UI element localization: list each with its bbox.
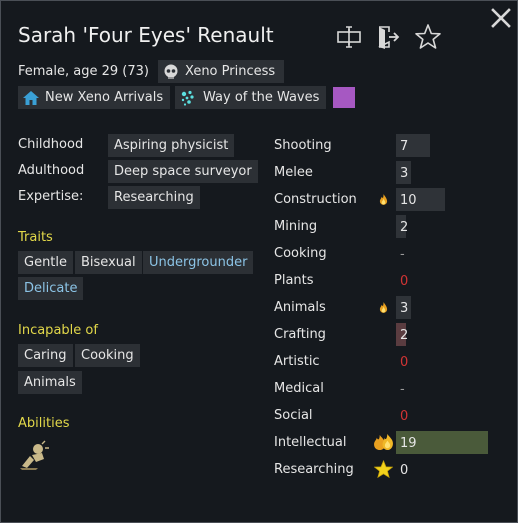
skill-label: Intellectual <box>274 435 347 450</box>
skill-value: 19 <box>400 436 417 451</box>
expertise-value[interactable]: Researching <box>108 186 200 209</box>
trait-tag[interactable]: Bisexual <box>75 251 142 274</box>
skill-label: Cooking <box>274 246 327 261</box>
adulthood-backstory[interactable]: Deep space surveyor <box>108 160 258 183</box>
trait-tag[interactable]: Delicate <box>18 277 84 300</box>
ideoligion-label: Way of the Waves <box>203 90 320 105</box>
flame-icon <box>379 194 388 209</box>
flame-icon <box>379 302 388 317</box>
skill-value: 0 <box>400 409 409 424</box>
incapable-heading: Incapable of <box>18 323 98 338</box>
incapable-tag[interactable]: Cooking <box>75 344 140 367</box>
skill-label: Researching <box>274 462 354 477</box>
trait-tag[interactable]: Gentle <box>18 251 74 274</box>
skill-label: Plants <box>274 273 314 288</box>
skill-label: Mining <box>274 219 318 234</box>
expertise-label: Expertise: <box>18 189 84 204</box>
skill-value: 10 <box>400 193 417 208</box>
skill-label: Medical <box>274 381 324 396</box>
home-icon <box>23 91 39 105</box>
skill-value: - <box>400 247 405 262</box>
faction-tag[interactable]: New Xeno Arrivals <box>18 86 170 109</box>
skill-value: 3 <box>400 166 409 181</box>
skill-value: 7 <box>400 139 409 154</box>
character-name: Sarah 'Four Eyes' Renault <box>18 23 274 47</box>
incapable-tag[interactable]: Caring <box>18 344 73 367</box>
skill-label: Animals <box>274 300 326 315</box>
double-flame-icon <box>374 434 393 455</box>
childhood-backstory[interactable]: Aspiring physicist <box>108 134 235 157</box>
ideoligion-tag[interactable]: Way of the Waves <box>175 86 326 109</box>
ability-icon[interactable] <box>18 439 50 471</box>
skill-value: 0 <box>400 355 409 370</box>
skull-icon <box>164 64 178 79</box>
character-card: Sarah 'Four Eyes' Renault Female, age 29… <box>0 0 518 523</box>
skill-value: 2 <box>400 220 409 235</box>
abilities-heading: Abilities <box>18 416 70 431</box>
skill-label: Construction <box>274 192 357 207</box>
skill-value: - <box>400 382 405 397</box>
banish-icon[interactable] <box>375 24 401 50</box>
faction-label: New Xeno Arrivals <box>45 90 164 105</box>
traits-heading: Traits <box>18 230 53 245</box>
star-icon <box>373 459 394 483</box>
rename-icon[interactable] <box>336 24 362 50</box>
adulthood-label: Adulthood <box>18 163 85 178</box>
gender-age: Female, age 29 (73) <box>18 64 149 79</box>
skill-label: Melee <box>274 165 313 180</box>
skill-label: Artistic <box>274 354 320 369</box>
close-icon[interactable] <box>490 7 512 29</box>
skill-value: 0 <box>400 274 409 289</box>
favorite-color-swatch <box>333 87 355 108</box>
incapable-tag[interactable]: Animals <box>18 371 82 394</box>
skill-value: 0 <box>400 463 409 478</box>
skill-label: Social <box>274 408 313 423</box>
childhood-label: Childhood <box>18 137 84 152</box>
skill-label: Crafting <box>274 327 326 342</box>
skill-label: Shooting <box>274 138 332 153</box>
xenotype-tag[interactable]: Xeno Princess <box>158 60 284 83</box>
skill-value: 2 <box>400 328 409 343</box>
sparkle-icon <box>181 90 194 106</box>
skill-value: 3 <box>400 301 409 316</box>
trait-tag[interactable]: Undergrounder <box>143 251 254 274</box>
xenotype-label: Xeno Princess <box>185 64 276 79</box>
star-outline-icon[interactable] <box>414 23 442 51</box>
